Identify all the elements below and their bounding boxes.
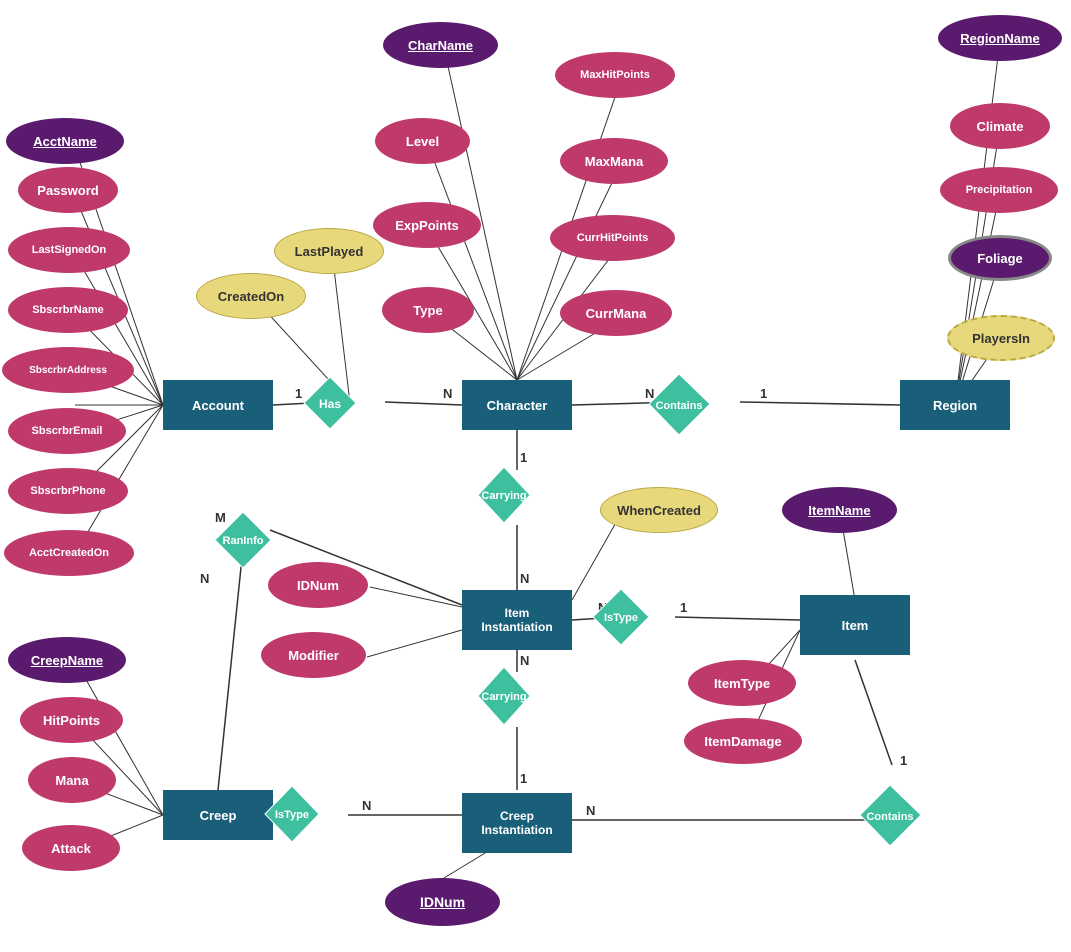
creep-instantiation-entity: CreepInstantiation [462,793,572,853]
maxmana-attr: MaxMana [560,138,668,184]
svg-text:RanInfo: RanInfo [223,535,264,547]
idnum1-attr: IDNum [268,562,368,608]
precipitation-attr: Precipitation [940,167,1058,213]
svg-text:1: 1 [680,600,687,615]
svg-text:1: 1 [520,771,527,786]
svg-text:N: N [200,571,209,586]
charname-attr: CharName [383,22,498,68]
regionname-attr: RegionName [938,15,1062,61]
sbscrbrphone-attr: SbscrbrPhone [8,468,128,514]
istype1-relationship: IsType [591,587,651,652]
svg-text:Contains: Contains [655,400,702,412]
item-instantiation-entity: ItemInstantiation [462,590,572,650]
character-entity: Character [462,380,572,430]
lastsignedon-attr: LastSignedOn [8,227,130,273]
svg-text:IsType: IsType [604,612,638,624]
svg-text:1: 1 [900,753,907,768]
contains1-relationship: Contains [647,372,712,437]
hitpoints-attr: HitPoints [20,697,123,743]
playersin-attr: PlayersIn [947,315,1055,361]
er-diagram: 1 N N 1 1 N N 1 N 1 M N 1 N N 1 Account [0,0,1071,952]
itemdamage-attr: ItemDamage [684,718,802,764]
has-relationship: Has [302,375,358,431]
sbscrbraddress-attr: SbscrbrAddress [2,347,134,393]
whencreated-attr: WhenCreated [600,487,718,533]
carrying2-relationship: Carrying [476,665,532,725]
item-entity: Item [800,595,910,655]
svg-text:1: 1 [520,450,527,465]
creepname-attr: CreepName [8,637,126,683]
itemtype-attr: ItemType [688,660,796,706]
exppoints-attr: ExpPoints [373,202,481,248]
svg-text:1: 1 [760,386,767,401]
lastplayed-attr: LastPlayed [274,228,384,274]
carrying1-relationship: Carrying [476,465,532,525]
acctcreatedon-attr: AcctCreatedOn [4,530,134,576]
foliage-attr: Foliage [948,235,1052,281]
currhitpoints-attr: CurrHitPoints [550,215,675,261]
creep-entity: Creep [163,790,273,840]
modifier-attr: Modifier [261,632,366,678]
attack-attr: Attack [22,825,120,871]
sbscrbremailattr: SbscrbrEmail [8,408,126,454]
svg-text:N: N [362,798,371,813]
svg-text:N: N [443,386,452,401]
svg-text:Carrying: Carrying [481,691,526,703]
svg-text:N: N [586,803,595,818]
maxhitpoints-attr: MaxHitPoints [555,52,675,98]
itemname-attr: ItemName [782,487,897,533]
contains2-relationship: Contains [858,783,923,848]
type-attr: Type [382,287,474,333]
svg-text:N: N [520,571,529,586]
region-entity: Region [900,380,1010,430]
svg-text:IsType: IsType [275,809,309,821]
istype2-relationship: IsType [263,784,321,844]
svg-text:Contains: Contains [866,811,913,823]
svg-text:Carrying: Carrying [481,490,526,502]
account-entity: Account [163,380,273,430]
climate-attr: Climate [950,103,1050,149]
sbscrbrname-attr: SbscrbrName [8,287,128,333]
acctname-attr: AcctName [6,118,124,164]
svg-text:Has: Has [319,397,341,411]
idnum2-attr: IDNum [385,878,500,926]
raninfo-relationship: RanInfo [213,510,273,570]
level-attr: Level [375,118,470,164]
createdon-attr: CreatedOn [196,273,306,319]
mana-attr: Mana [28,757,116,803]
currmana-attr: CurrMana [560,290,672,336]
password-attr: Password [18,167,118,213]
